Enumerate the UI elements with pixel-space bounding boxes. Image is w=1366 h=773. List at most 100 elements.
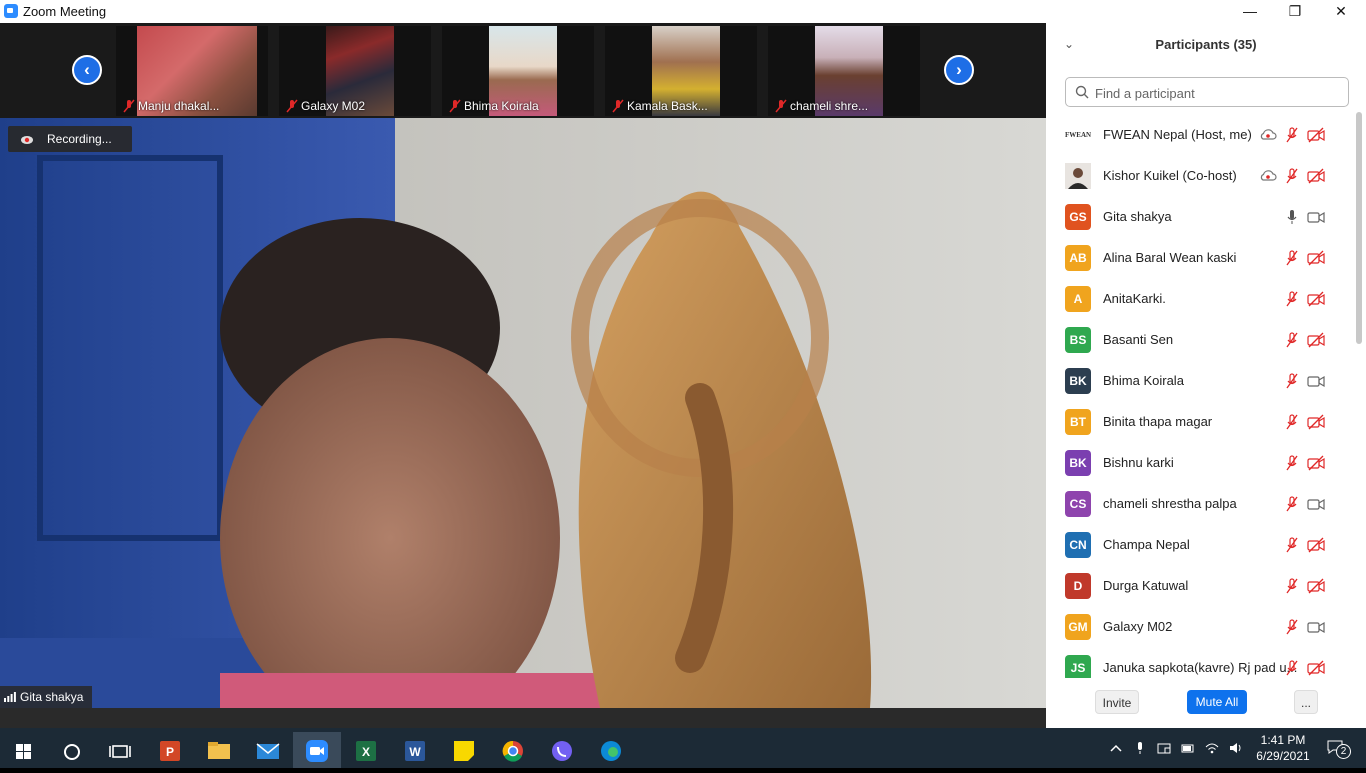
muted-mic-icon[interactable] [1283,332,1301,348]
search-input[interactable] [1093,82,1337,104]
muted-mic-icon[interactable] [1283,127,1301,143]
invite-button[interactable]: Invite [1095,690,1139,714]
participant-avatar: A [1065,286,1091,312]
title-bar: Zoom Meeting — ❐ ✕ [0,0,1366,23]
participant-row[interactable]: AB Alina Baral Wean kaski [1046,238,1356,279]
participant-row[interactable]: BK Bishnu karki [1046,443,1356,484]
sticky-notes-icon[interactable] [440,732,488,768]
participant-row[interactable]: CS chameli shrestha palpa [1046,484,1356,525]
video-tile[interactable]: Kamala Bask... [605,26,757,116]
muted-mic-icon[interactable] [1283,373,1301,389]
participant-row[interactable]: BS Basanti Sen [1046,320,1356,361]
video-off-icon[interactable] [1307,578,1325,594]
participant-row[interactable]: A AnitaKarki. [1046,279,1356,320]
muted-mic-icon [123,99,135,113]
video-off-icon[interactable] [1307,455,1325,471]
taskbar-clock[interactable]: 1:41 PM 6/29/2021 [1250,732,1316,764]
file-explorer-icon[interactable] [195,732,243,768]
video-off-icon[interactable] [1307,250,1325,266]
muted-mic-icon[interactable] [1283,619,1301,635]
video-icon[interactable] [1307,373,1325,389]
participant-row[interactable]: Kishor Kuikel (Co-host) [1046,156,1356,197]
muted-mic-icon[interactable] [1283,291,1301,307]
muted-mic-icon[interactable] [1283,496,1301,512]
edge-icon[interactable] [587,732,635,768]
participant-row[interactable]: JS Januka sapkota(kavre) Rj pad u... [1046,648,1356,678]
powerpoint-icon[interactable]: P [146,732,194,768]
participant-name: Bhima Koirala [1103,373,1184,388]
participant-name: Champa Nepal [1103,537,1190,552]
participant-name: Durga Katuwal [1103,578,1189,593]
participant-row[interactable]: CN Champa Nepal [1046,525,1356,566]
video-tile[interactable]: Galaxy M02 [279,26,431,116]
participant-row[interactable]: BT Binita thapa magar [1046,402,1356,443]
video-icon[interactable] [1307,209,1325,225]
recording-indicator[interactable]: Recording... [8,126,132,152]
video-icon[interactable] [1307,496,1325,512]
video-icon[interactable] [1307,619,1325,635]
video-off-icon[interactable] [1307,168,1325,184]
participant-row[interactable]: FWEAN FWEAN Nepal (Host, me) [1046,115,1356,156]
participant-avatar: D [1065,573,1091,599]
restore-button[interactable]: ❐ [1272,0,1318,23]
participant-list: FWEAN FWEAN Nepal (Host, me) Kishor Kuikel… [1046,115,1356,678]
more-options-button[interactable]: ... [1294,690,1318,714]
window-title: Zoom Meeting [23,4,107,19]
participant-row[interactable]: BK Bhima Koirala [1046,361,1356,402]
cortana-search-icon[interactable] [48,732,96,768]
viber-icon[interactable] [538,732,586,768]
clock-date: 6/29/2021 [1256,749,1310,763]
video-tile[interactable]: chameli shre... [768,26,920,116]
video-off-icon[interactable] [1307,127,1325,143]
participant-avatar: BK [1065,368,1091,394]
video-strip: ‹ Manju dhakal... Galaxy M02 Bhima Koira… [0,23,1046,118]
show-hidden-icons-icon[interactable] [1108,740,1124,756]
video-off-icon[interactable] [1307,660,1325,676]
wifi-icon[interactable] [1204,740,1220,756]
microphone-icon[interactable] [1132,740,1148,756]
muted-mic-icon[interactable] [1283,455,1301,471]
participant-row[interactable]: D Durga Katuwal [1046,566,1356,607]
video-bottom-bar [0,708,1046,728]
chrome-icon[interactable] [489,732,537,768]
excel-icon[interactable]: X [342,732,390,768]
mail-icon[interactable] [244,732,292,768]
participant-row[interactable]: GM Galaxy M02 [1046,607,1356,648]
task-view-icon[interactable] [96,732,144,768]
word-icon[interactable]: W [391,732,439,768]
video-tile[interactable]: Manju dhakal... [116,26,268,116]
muted-mic-icon[interactable] [1283,537,1301,553]
muted-mic-icon[interactable] [1283,250,1301,266]
next-page-button[interactable]: › [944,55,974,85]
participant-row[interactable]: GS Gita shakya [1046,197,1356,238]
network-alert-icon[interactable] [1156,740,1172,756]
close-button[interactable]: ✕ [1318,0,1364,23]
zoom-logo-icon [4,4,18,18]
windows-taskbar: P X W 1:41 PM 6/29/2021 2 [0,728,1366,768]
windows-start-icon[interactable] [0,732,48,768]
participant-list-scrollbar[interactable] [1356,112,1362,344]
collapse-chevron-icon[interactable]: ⌄ [1064,37,1074,51]
participant-avatar: BT [1065,409,1091,435]
video-off-icon[interactable] [1307,414,1325,430]
mute-all-button[interactable]: Mute All [1187,690,1247,714]
participant-search[interactable] [1065,77,1349,107]
speaker-name: Gita shakya [20,690,84,704]
svg-text:X: X [362,745,370,759]
action-center-button[interactable]: 2 [1326,738,1351,759]
video-tile[interactable]: Bhima Koirala [442,26,594,116]
muted-mic-icon[interactable] [1283,168,1301,184]
muted-mic-icon[interactable] [1283,660,1301,676]
video-off-icon[interactable] [1307,537,1325,553]
battery-icon[interactable] [1180,740,1196,756]
video-off-icon[interactable] [1307,291,1325,307]
prev-page-button[interactable]: ‹ [72,55,102,85]
zoom-taskbar-item[interactable] [293,732,341,768]
minimize-button[interactable]: — [1227,0,1273,23]
video-off-icon[interactable] [1307,332,1325,348]
muted-mic-icon[interactable] [1283,414,1301,430]
muted-mic-icon[interactable] [1283,578,1301,594]
microphone-icon[interactable] [1283,209,1301,225]
volume-icon[interactable] [1228,740,1244,756]
participant-name: Bishnu karki [1103,455,1174,470]
